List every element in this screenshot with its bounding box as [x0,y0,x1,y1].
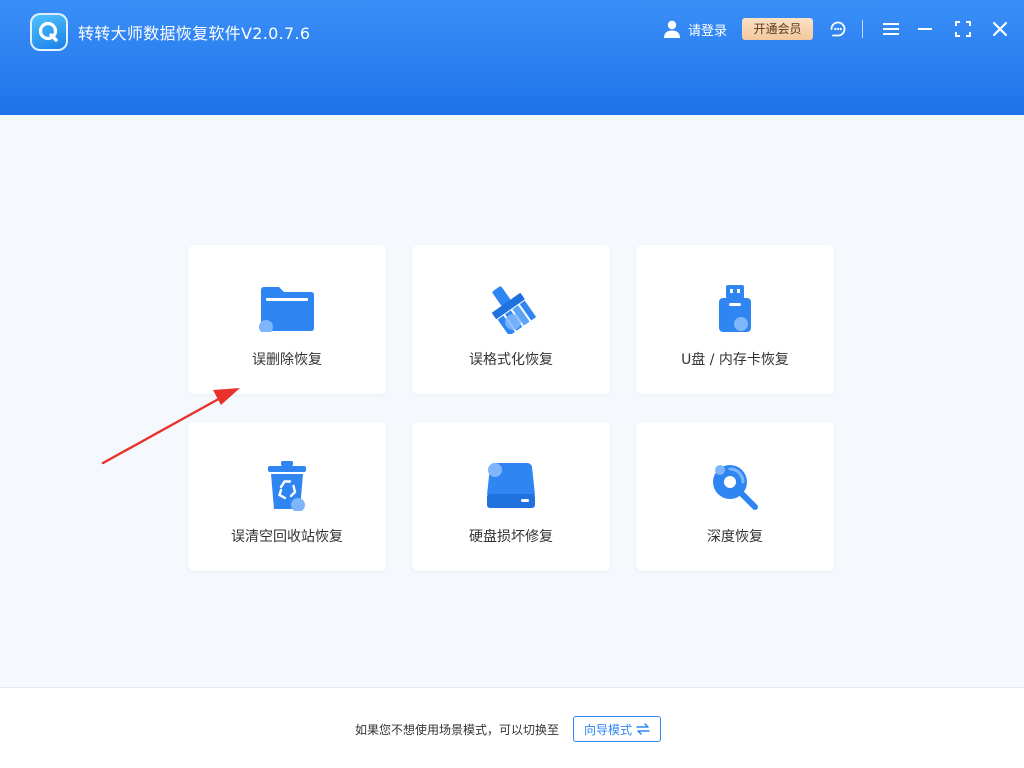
app-title: 转转大师数据恢复软件V2.0.7.6 [78,24,311,43]
mode-card-format-recovery[interactable]: 误格式化恢复 [412,245,610,394]
mode-card-disk-repair[interactable]: 硬盘损坏修复 [412,422,610,571]
mode-label: 误清空回收站恢复 [231,529,343,545]
deep-scan-icon [705,460,765,512]
mode-label: 误格式化恢复 [469,352,553,368]
mode-label: 误删除恢复 [252,352,322,368]
login-button[interactable]: 请登录 [662,18,727,40]
folder-icon [257,283,317,335]
mode-label: U盘 / 内存卡恢复 [681,352,789,368]
user-icon [664,20,680,38]
mode-card-recycle-bin-recovery[interactable]: 误清空回收站恢复 [188,422,386,571]
broom-icon [481,283,541,335]
login-label: 请登录 [688,23,728,39]
wizard-mode-button[interactable]: 向导模式 [573,716,661,742]
q-logo-icon [30,13,68,51]
close-icon[interactable] [990,19,1010,39]
title-bar: 转转大师数据恢复软件V2.0.7.6 请登录 开通会员 [0,0,1024,115]
mode-label: 深度恢复 [707,529,763,545]
vip-button[interactable]: 开通会员 [742,18,813,40]
mode-card-deleted-recovery[interactable]: 误删除恢复 [188,245,386,394]
switch-icon [636,723,650,735]
footer-bar: 如果您不想使用场景模式，可以切换至 向导模式 [0,687,1024,768]
minimize-icon[interactable] [915,19,935,39]
recycle-bin-icon [257,460,317,512]
mode-label: 硬盘损坏修复 [469,529,553,545]
title-bar-divider [862,20,863,38]
support-icon[interactable] [828,19,848,39]
hard-disk-icon [481,460,541,512]
usb-drive-icon [705,283,765,335]
menu-icon[interactable] [881,19,901,39]
mode-card-usb-recovery[interactable]: U盘 / 内存卡恢复 [636,245,834,394]
mode-card-deep-recovery[interactable]: 深度恢复 [636,422,834,571]
mode-switch-hint: 如果您不想使用场景模式，可以切换至 [355,723,560,737]
maximize-icon[interactable] [953,19,973,39]
wizard-mode-label: 向导模式 [583,722,632,737]
